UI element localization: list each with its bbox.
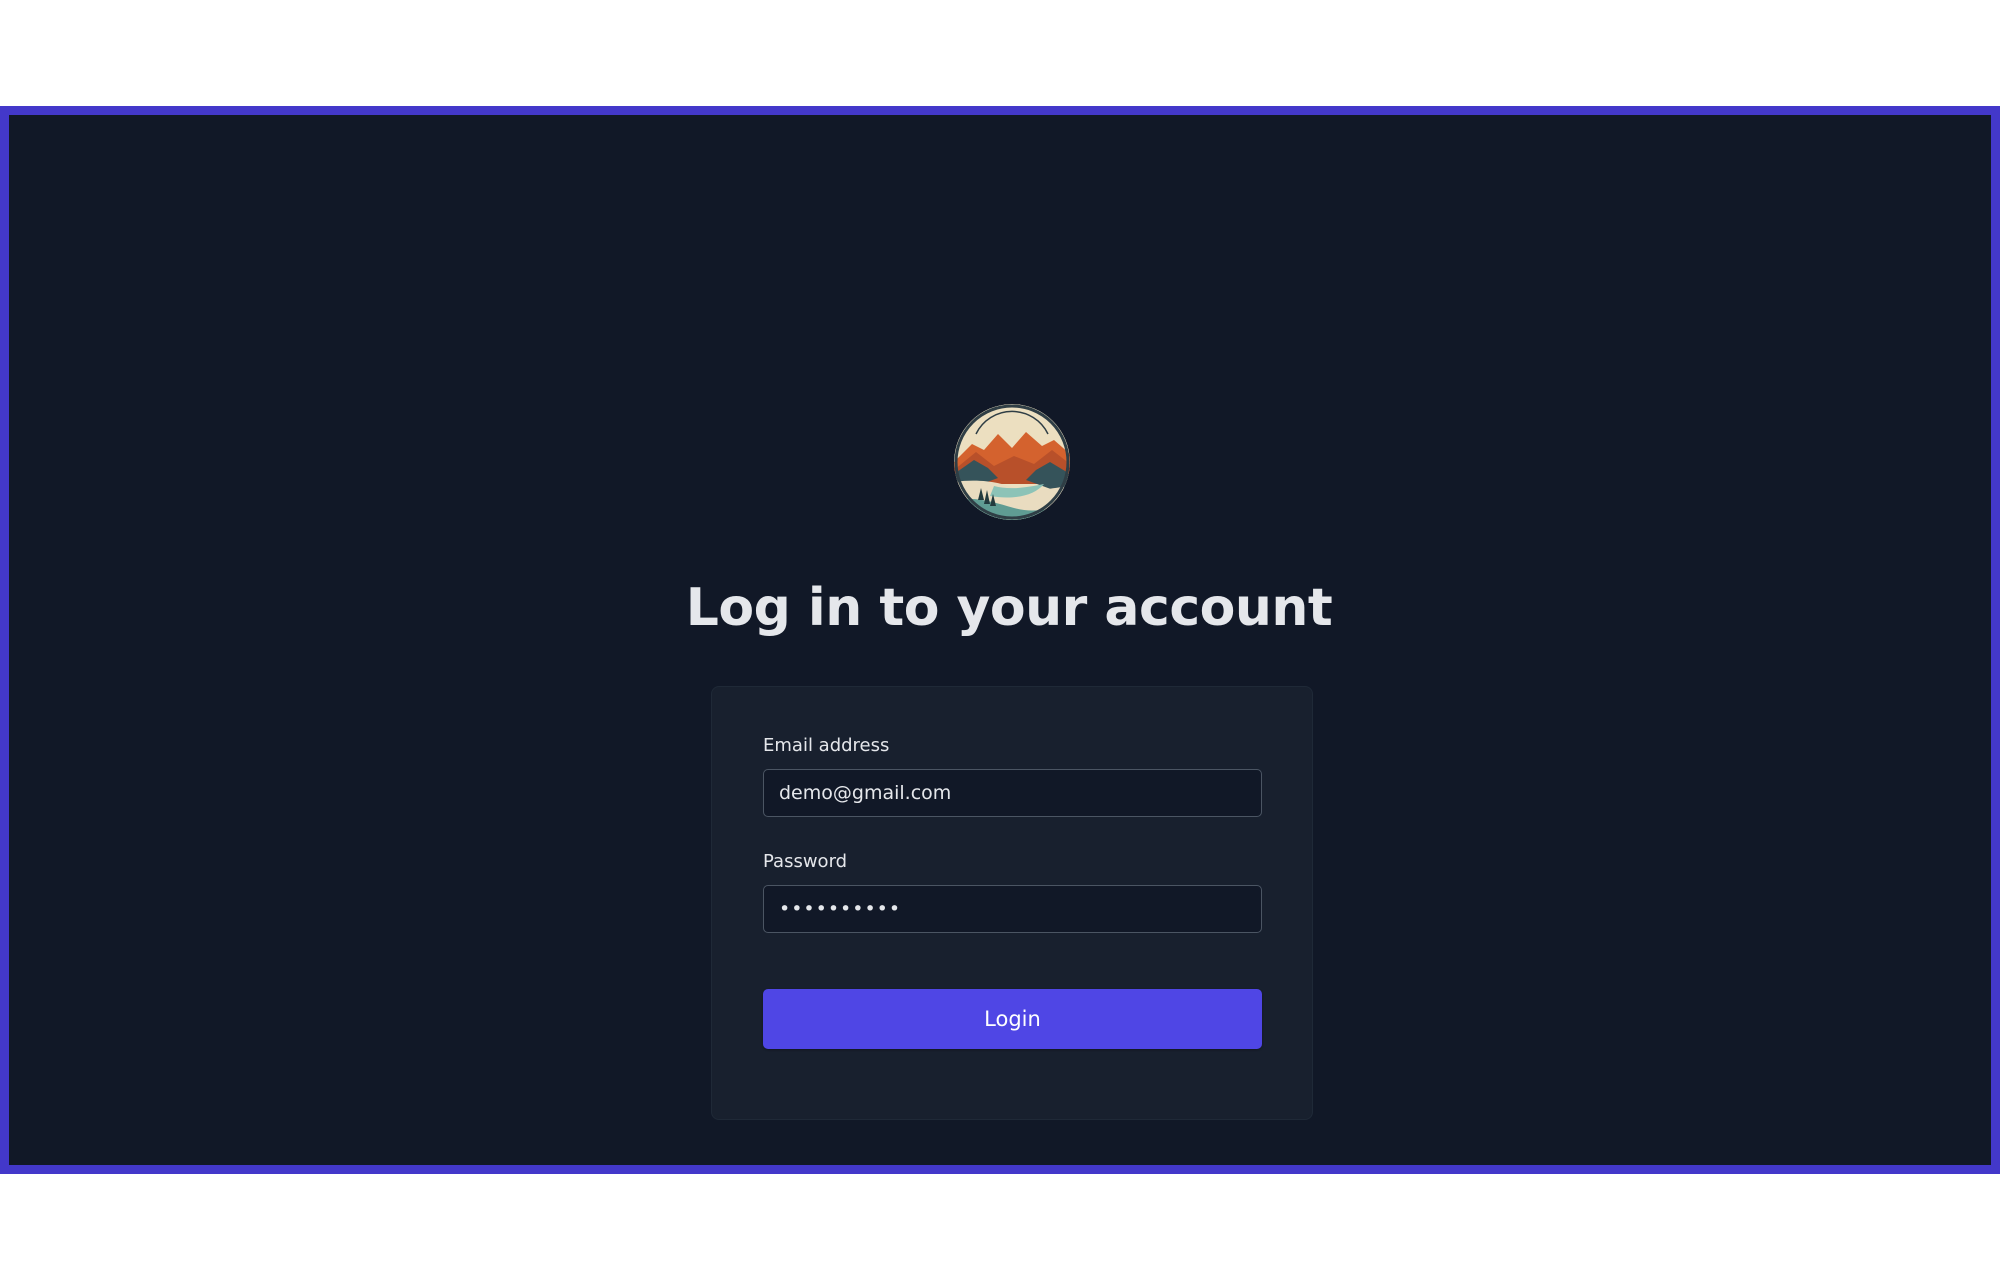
password-label: Password: [763, 851, 848, 872]
login-card: Email address Password Login: [711, 686, 1313, 1120]
brand-logo: [954, 404, 1070, 520]
email-label: Email address: [763, 735, 890, 756]
email-field[interactable]: [763, 769, 1262, 817]
page-title: Log in to your account: [685, 578, 1333, 638]
app-frame: Log in to your account Email address Pas…: [0, 106, 2000, 1174]
lake-mountain-logo-icon: [954, 404, 1070, 520]
login-button[interactable]: Login: [763, 989, 1262, 1049]
password-field[interactable]: [763, 885, 1262, 933]
